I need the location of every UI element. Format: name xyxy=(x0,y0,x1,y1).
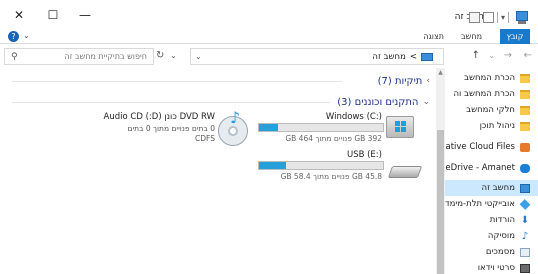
tab-file[interactable]: קובץ xyxy=(500,29,530,44)
sidebar-item-label: מוסיקה xyxy=(487,231,515,241)
sidebar-item-label: ניהול תוכן xyxy=(479,121,515,131)
download-icon: ⬇ xyxy=(520,214,530,226)
drive-free-space: 392 GB פנויים מתוך 464 GB xyxy=(285,134,382,143)
close-icon: ✕ xyxy=(13,8,25,22)
group-devices-drives[interactable]: ⌄ התקנים וכוננים (3) xyxy=(337,95,430,109)
breadcrumb-separator: > xyxy=(409,52,417,62)
drive-name: Windows (C:) xyxy=(325,112,382,122)
back-arrow-icon[interactable]: ← xyxy=(524,50,532,61)
music-icon: ♪ xyxy=(521,230,529,242)
sidebar-item-creative-cloud[interactable]: Creative Cloud Files xyxy=(445,139,530,155)
sidebar-item-videos[interactable]: סרטי וידאו xyxy=(478,260,530,274)
onedrive-icon xyxy=(520,163,530,173)
drive-usage-fill xyxy=(259,162,286,169)
group-label: התקנים וכוננים (3) xyxy=(337,96,419,108)
drive-usage-fill xyxy=(259,124,279,131)
maximize-icon: ☐ xyxy=(47,8,59,22)
ribbon-collapse-icon[interactable]: ⌄ xyxy=(23,31,30,40)
drive-free-space: 45.8 GB פנויים מתוך 58.4 GB xyxy=(280,172,382,181)
sidebar-item-label: סרטי וידאו xyxy=(477,263,515,273)
group-folders[interactable]: › תיקיות (7) xyxy=(378,74,430,88)
tab-view[interactable]: תצוגה xyxy=(423,32,444,41)
group-divider xyxy=(12,81,342,82)
toolbar-divider xyxy=(508,11,509,23)
group-label: תיקיות (7) xyxy=(377,75,423,87)
close-button[interactable]: ✕ xyxy=(6,6,32,24)
forward-arrow-icon[interactable]: → xyxy=(504,50,512,61)
up-arrow-icon[interactable]: ↑ xyxy=(472,50,480,61)
group-divider xyxy=(12,102,330,103)
video-icon xyxy=(520,263,530,273)
ribbon-tab-bar xyxy=(0,28,538,44)
drive-name: DVD RW כונן (D:) Audio CD xyxy=(103,112,215,122)
toolbar-divider xyxy=(496,11,498,23)
sidebar-item-label: אובייקטי תלת-מימד xyxy=(445,199,515,209)
drive-usb-e[interactable]: USB (E:) 45.8 GB פנויים מתוך 58.4 GB xyxy=(250,150,430,186)
documents-icon xyxy=(520,247,530,257)
drive-free-space: 0 בתים פנויים מתוך 0 בתים xyxy=(127,124,216,133)
sidebar-item-label: מסמכים xyxy=(485,247,515,257)
folder-icon xyxy=(520,73,530,83)
sidebar-item-label: חלקי המחשב xyxy=(466,105,515,115)
chevron-right-icon: › xyxy=(426,76,430,86)
windows-drive-icon xyxy=(386,116,414,138)
new-folder-icon[interactable] xyxy=(468,11,480,23)
properties-icon[interactable] xyxy=(482,11,494,23)
sidebar-item-folder[interactable]: חלקי המחשב xyxy=(466,102,530,118)
drive-windows-c[interactable]: Windows (C:) 392 GB פנויים מתוך 464 GB xyxy=(250,112,430,148)
drive-usage-bar xyxy=(258,161,384,170)
maximize-button[interactable]: ☐ xyxy=(40,6,66,24)
customize-toolbar-icon[interactable]: ▾ xyxy=(501,13,505,22)
search-placeholder: חיפוש בתיקיית מחשב זה xyxy=(64,52,147,61)
drive-dvd-d[interactable]: ♪ DVD RW כונן (D:) Audio CD 0 בתים פנויי… xyxy=(100,108,260,150)
breadcrumb: > מחשב זה xyxy=(372,52,433,62)
navigation-pane: הכרת המחשב הכרת המחשב וה חלקי המחשב ניהו… xyxy=(445,68,538,274)
computer-icon xyxy=(520,183,530,193)
sidebar-item-onedrive[interactable]: OneDrive - Amanet xyxy=(445,160,530,176)
computer-icon xyxy=(516,11,528,24)
sidebar-item-folder[interactable]: הכרת המחשב xyxy=(464,70,530,86)
recent-locations-icon[interactable]: ⌄ xyxy=(488,51,495,60)
scrollbar-thumb[interactable] xyxy=(437,130,444,274)
cube-icon xyxy=(519,198,531,210)
refresh-dropdown-icon[interactable]: ⌄ xyxy=(170,51,177,60)
refresh-icon[interactable]: ↻ xyxy=(156,50,164,61)
minimize-button[interactable]: — xyxy=(72,6,98,24)
search-input[interactable]: חיפוש בתיקיית מחשב זה ⚲ xyxy=(4,48,154,65)
drive-usage-bar xyxy=(258,123,384,132)
address-bar[interactable]: > מחשב זה ⌄ xyxy=(190,48,444,65)
sidebar-item-label: הורדות xyxy=(489,215,515,225)
sidebar-item-3d-objects[interactable]: אובייקטי תלת-מימד xyxy=(445,196,531,212)
drive-filesystem: CDFS xyxy=(195,134,215,143)
music-note-icon: ♪ xyxy=(230,108,241,127)
drive-name: USB (E:) xyxy=(346,150,382,160)
breadcrumb-item-this-pc[interactable]: מחשב זה xyxy=(372,52,405,62)
tab-computer[interactable]: מחשב xyxy=(461,32,482,41)
sidebar-item-folder[interactable]: ניהול תוכן xyxy=(480,118,530,134)
creative-cloud-icon xyxy=(520,142,530,152)
sidebar-item-label: OneDrive - Amanet xyxy=(445,163,515,173)
sidebar-item-folder[interactable]: הכרת המחשב וה xyxy=(453,86,530,102)
address-dropdown-icon[interactable]: ⌄ xyxy=(195,52,202,61)
minimize-icon: — xyxy=(79,8,91,22)
quick-access-toolbar: ▾ xyxy=(468,11,512,23)
sidebar-item-label: Creative Cloud Files xyxy=(445,142,515,152)
chevron-down-icon: ⌄ xyxy=(422,97,430,107)
usb-drive-icon xyxy=(387,166,423,178)
search-icon: ⚲ xyxy=(11,52,18,62)
sidebar-item-music[interactable]: ♪ מוסיקה xyxy=(488,228,530,244)
sidebar-item-label: מחשב זה xyxy=(481,183,515,193)
folder-icon xyxy=(520,121,530,131)
help-icon[interactable]: ? xyxy=(8,31,19,42)
sidebar-item-downloads[interactable]: ⬇ הורדות xyxy=(490,212,530,228)
sidebar-item-label: הכרת המחשב וה xyxy=(453,89,515,99)
scroll-up-icon[interactable]: ▲ xyxy=(436,68,445,77)
computer-icon xyxy=(421,53,433,61)
folder-icon xyxy=(520,89,530,99)
folder-icon xyxy=(520,105,530,115)
sidebar-item-documents[interactable]: מסמכים xyxy=(486,244,530,260)
sidebar-item-this-pc[interactable]: מחשב זה xyxy=(445,180,538,196)
sidebar-item-label: הכרת המחשב xyxy=(464,73,515,83)
